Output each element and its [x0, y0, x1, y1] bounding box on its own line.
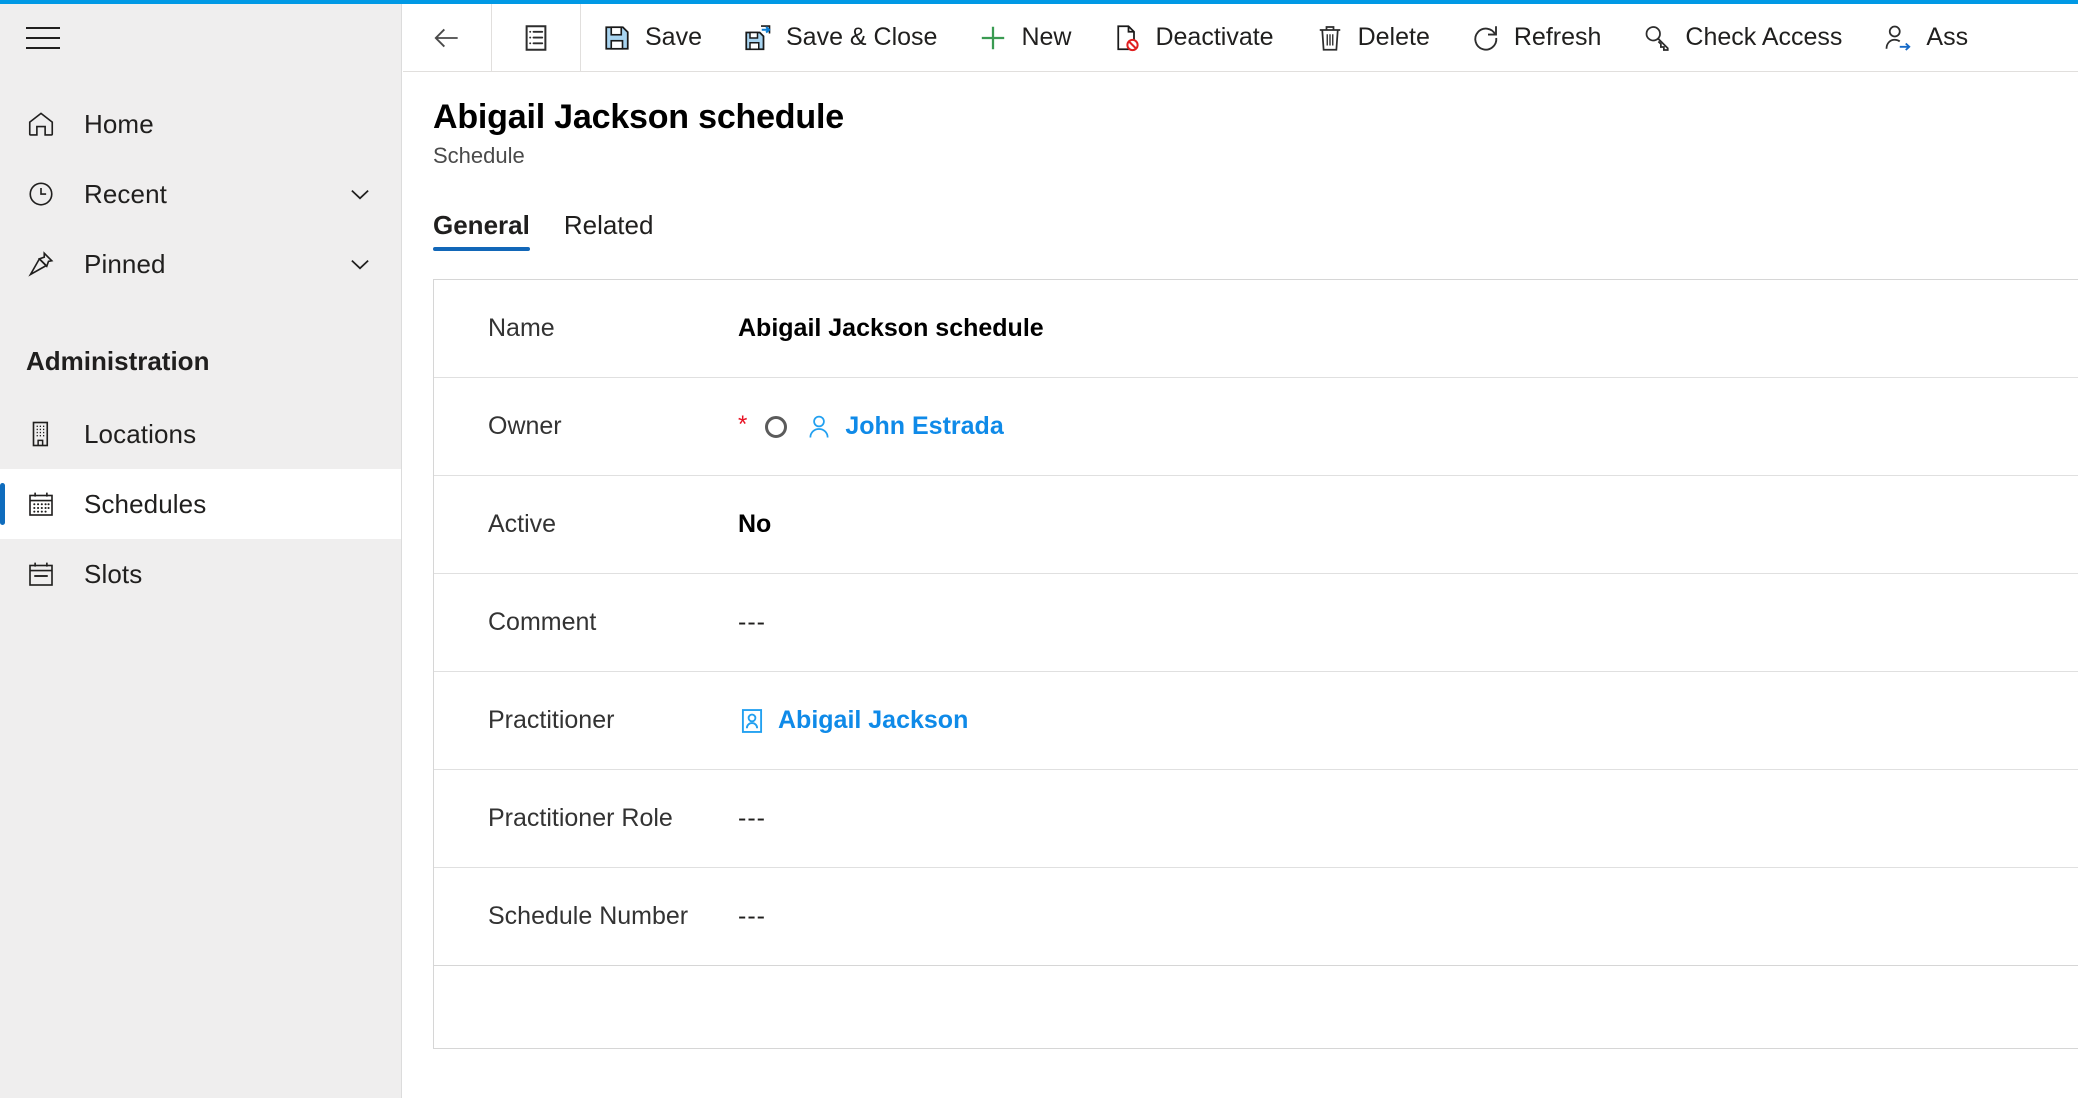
save-button[interactable]: Save — [581, 4, 722, 71]
refresh-icon — [1470, 22, 1502, 54]
command-label: Save — [645, 23, 702, 51]
owner-lookup-link[interactable]: John Estrada — [845, 412, 1003, 441]
back-arrow-icon — [431, 22, 463, 54]
field-value-schedule-number[interactable]: --- — [738, 902, 766, 931]
form-row-practitioner: Practitioner Abigail Jackson — [434, 672, 2078, 770]
sidebar-item-slots[interactable]: Slots — [0, 539, 401, 609]
home-icon — [26, 109, 68, 139]
field-label: Practitioner Role — [488, 804, 673, 832]
app-root: Home Recent Pinned Administration Locati… — [0, 0, 2078, 1098]
menu-icon[interactable] — [26, 27, 60, 49]
page-title: Abigail Jackson schedule — [433, 98, 844, 136]
check-access-button[interactable]: Check Access — [1621, 4, 1862, 71]
command-label: Check Access — [1685, 23, 1843, 51]
sidebar-item-locations[interactable]: Locations — [0, 399, 401, 469]
form-row-active: Active No — [434, 476, 2078, 574]
top-accent-bar — [0, 0, 2078, 4]
form-list-icon — [520, 22, 552, 54]
field-label: Name — [488, 314, 555, 342]
page-header: Abigail Jackson schedule Schedule — [403, 72, 2078, 169]
calendar-grid-icon — [26, 489, 68, 519]
clock-icon — [26, 179, 68, 209]
save-and-close-button[interactable]: Save & Close — [722, 4, 957, 71]
tab-general[interactable]: General — [433, 210, 530, 251]
form-card: Name Abigail Jackson schedule Owner * Jo… — [433, 279, 2078, 1049]
field-value-practitioner: Abigail Jackson — [738, 706, 968, 735]
sidebar-item-home[interactable]: Home — [0, 89, 401, 159]
save-icon — [601, 22, 633, 54]
sidebar-section-header: Administration — [26, 345, 210, 376]
practitioner-lookup-link[interactable]: Abigail Jackson — [778, 706, 968, 735]
field-value-owner: * John Estrada — [738, 412, 1004, 441]
command-bar: Save Save & Close New Deactivate Delete … — [403, 4, 2078, 72]
command-label: Ass — [1926, 23, 1969, 51]
command-label: Save & Close — [785, 23, 938, 51]
required-asterisk: * — [738, 410, 748, 438]
command-label: Delete — [1357, 23, 1430, 51]
contact-card-icon — [738, 707, 766, 735]
field-value-practitioner-role[interactable]: --- — [738, 804, 766, 833]
plus-icon — [977, 22, 1009, 54]
field-label: Practitioner — [488, 706, 615, 734]
tab-related[interactable]: Related — [564, 210, 654, 251]
assign-button[interactable]: Ass — [1862, 4, 1988, 71]
sidebar-item-label: Schedules — [84, 488, 207, 519]
sidebar-item-label: Recent — [84, 178, 167, 209]
main-content: Abigail Jackson schedule Schedule Genera… — [403, 72, 2078, 1098]
sidebar-admin-nav: Locations Schedules Slots — [0, 399, 401, 609]
sidebar-item-label: Home — [84, 108, 154, 139]
refresh-button[interactable]: Refresh — [1450, 4, 1622, 71]
sidebar-item-label: Slots — [84, 558, 143, 589]
assign-user-icon — [1882, 22, 1914, 54]
trash-icon — [1314, 22, 1346, 54]
deactivate-button[interactable]: Deactivate — [1091, 4, 1293, 71]
readonly-lock-icon — [765, 415, 788, 438]
chevron-down-icon[interactable] — [345, 179, 375, 209]
command-label: New — [1021, 23, 1072, 51]
form-row-comment: Comment --- — [434, 574, 2078, 672]
field-value-name[interactable]: Abigail Jackson schedule — [738, 314, 1044, 343]
sidebar-item-pinned[interactable]: Pinned — [0, 229, 401, 299]
form-row-owner: Owner * John Estrada — [434, 378, 2078, 476]
page-subtitle: Schedule — [433, 143, 525, 168]
sidebar-item-recent[interactable]: Recent — [0, 159, 401, 229]
back-button[interactable] — [403, 4, 491, 71]
field-value-comment[interactable]: --- — [738, 608, 766, 637]
deactivate-icon — [1111, 22, 1143, 54]
command-label: Refresh — [1513, 23, 1602, 51]
field-label: Active — [488, 510, 557, 538]
field-label: Schedule Number — [488, 902, 689, 930]
key-icon — [1641, 22, 1673, 54]
command-label: Deactivate — [1155, 23, 1274, 51]
sidebar-item-schedules[interactable]: Schedules — [0, 469, 401, 539]
sidebar-item-label: Locations — [84, 418, 197, 449]
form-row-name: Name Abigail Jackson schedule — [434, 280, 2078, 378]
field-label: Owner — [488, 412, 562, 440]
new-button[interactable]: New — [957, 4, 1091, 71]
sidebar: Home Recent Pinned Administration Locati… — [0, 4, 402, 1098]
pin-icon — [26, 249, 68, 279]
tab-strip: General Related — [403, 203, 2078, 251]
person-icon — [805, 413, 833, 441]
form-row-practitioner-role: Practitioner Role --- — [434, 770, 2078, 868]
building-icon — [26, 419, 68, 449]
field-value-active[interactable]: No — [738, 510, 771, 539]
menu-toggle-wrap — [0, 4, 401, 72]
delete-button[interactable]: Delete — [1294, 4, 1450, 71]
sidebar-item-label: Pinned — [84, 248, 166, 279]
form-selector-button[interactable] — [492, 4, 580, 71]
calendar-icon — [26, 559, 68, 589]
chevron-down-icon[interactable] — [345, 249, 375, 279]
sidebar-primary-nav: Home Recent Pinned — [0, 89, 401, 299]
field-label: Comment — [488, 608, 597, 636]
save-close-icon — [742, 22, 774, 54]
form-row-schedule-number: Schedule Number --- — [434, 868, 2078, 966]
